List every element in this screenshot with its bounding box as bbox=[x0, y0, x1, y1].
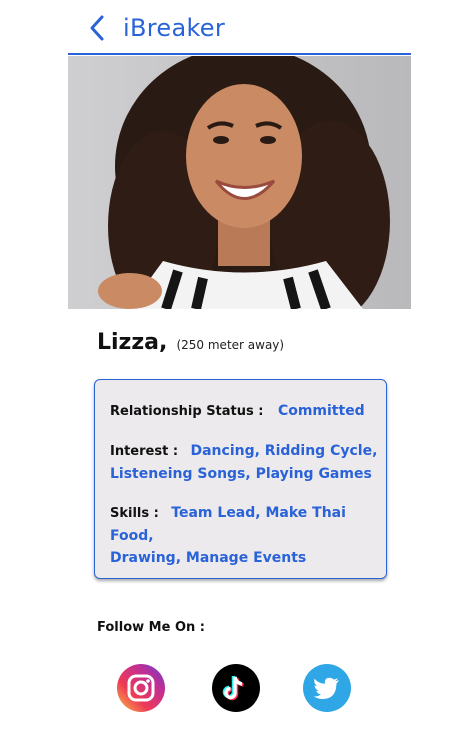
twitter-button[interactable] bbox=[303, 664, 351, 712]
skills-row: Skills : Team Lead, Make Thai Food, Draw… bbox=[110, 502, 378, 569]
interest-value-line1: Dancing, Ridding Cycle, bbox=[190, 443, 378, 459]
profile-name-row: Lizza, (250 meter away) bbox=[97, 330, 284, 355]
relationship-status-label: Relationship Status : bbox=[110, 404, 264, 419]
tiktok-button[interactable] bbox=[212, 664, 260, 712]
profile-name: Lizza, bbox=[97, 330, 168, 355]
twitter-icon bbox=[303, 664, 351, 712]
app-header: iBreaker bbox=[68, 0, 411, 55]
profile-distance: (250 meter away) bbox=[176, 338, 285, 352]
skills-value-line2: Drawing, Manage Events bbox=[110, 550, 307, 566]
instagram-button[interactable] bbox=[117, 664, 165, 712]
back-button[interactable] bbox=[87, 14, 109, 42]
interest-value-line2: Listeneing Songs, Playing Games bbox=[110, 466, 372, 482]
profile-details-card: Relationship Status : Committed Interest… bbox=[94, 379, 387, 579]
relationship-status-value: Committed bbox=[277, 403, 365, 419]
relationship-status-row: Relationship Status : Committed bbox=[110, 400, 378, 423]
follow-me-label: Follow Me On : bbox=[97, 620, 205, 635]
instagram-icon bbox=[117, 664, 165, 712]
tiktok-icon bbox=[212, 664, 260, 712]
interest-row: Interest : Dancing, Ridding Cycle, Liste… bbox=[110, 440, 378, 485]
interest-label: Interest : bbox=[110, 444, 179, 459]
app-title: iBreaker bbox=[123, 14, 226, 42]
chevron-left-icon bbox=[90, 15, 104, 41]
profile-photo bbox=[68, 56, 411, 309]
skills-label: Skills : bbox=[110, 506, 159, 521]
